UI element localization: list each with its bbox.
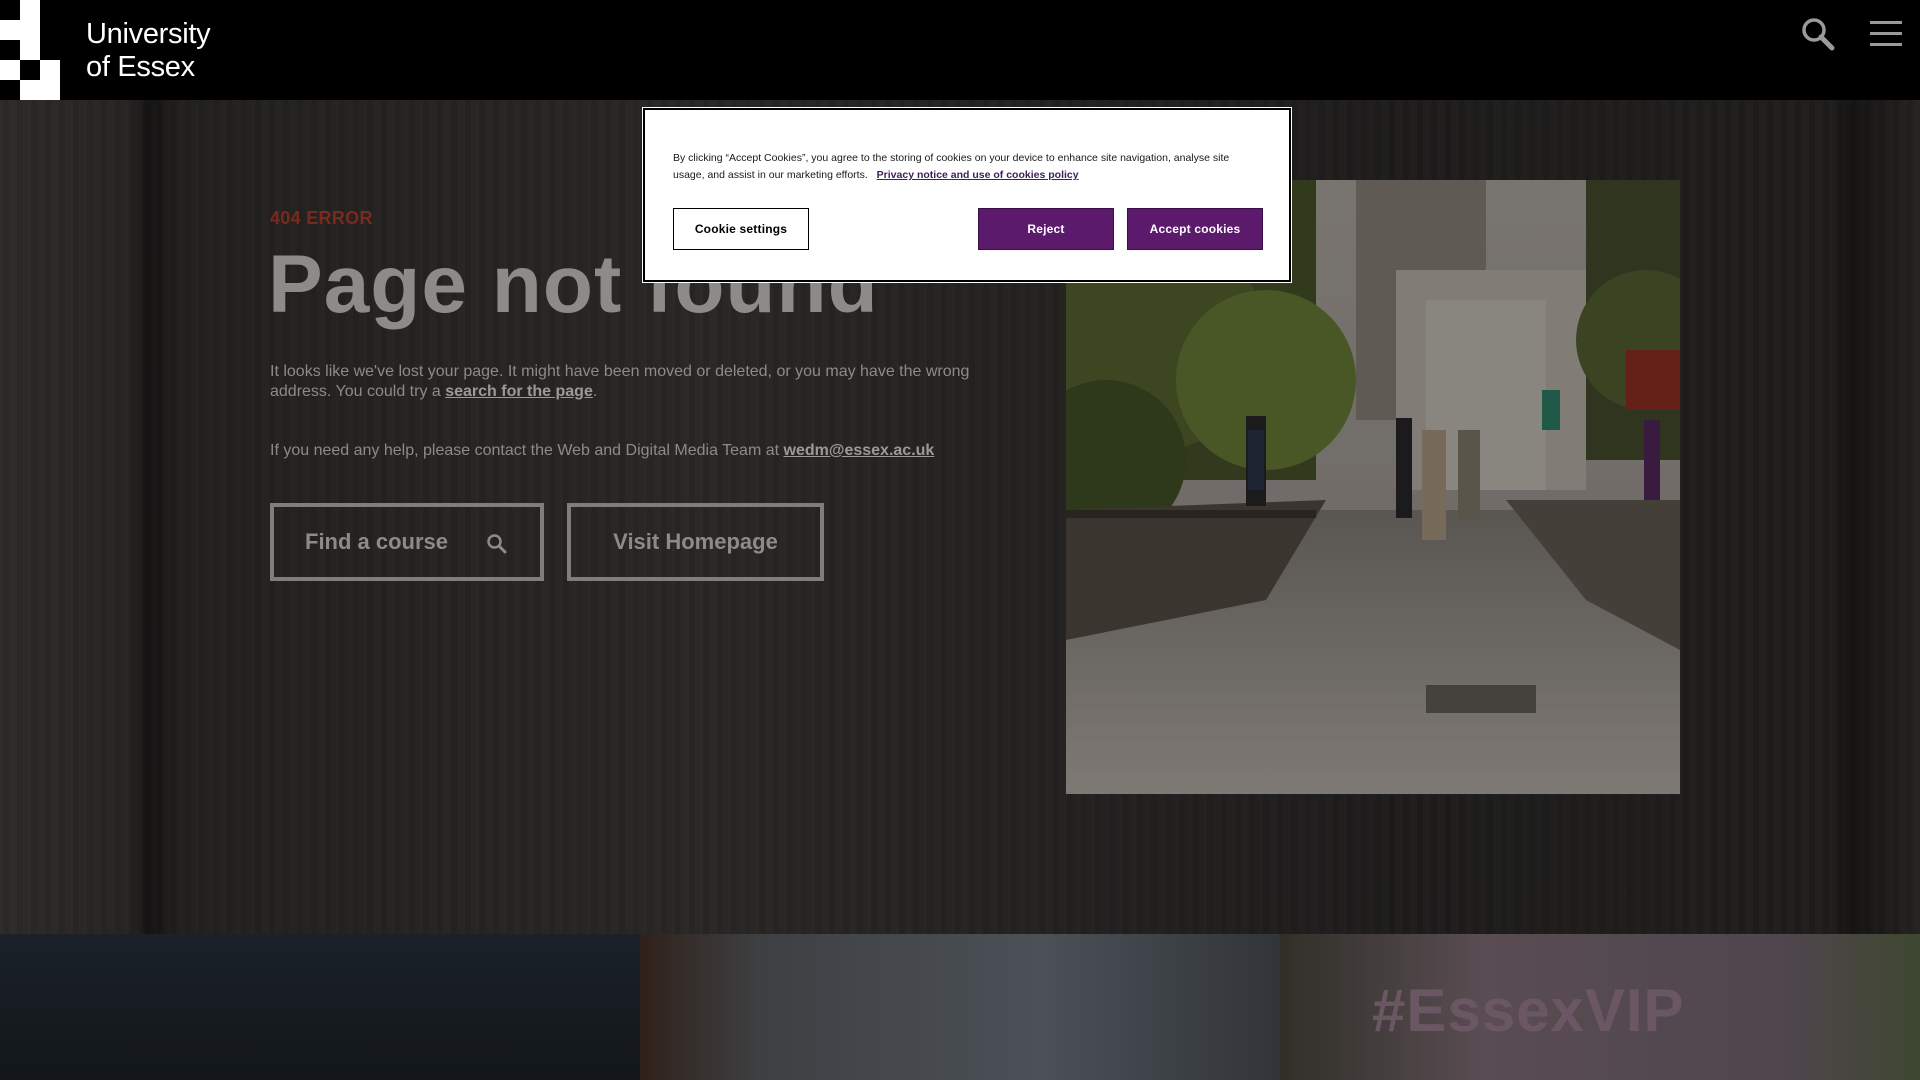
cookie-consent-banner: By clicking “Accept Cookies”, you agree … xyxy=(642,107,1292,283)
error-description-end: . xyxy=(592,383,598,400)
visit-homepage-button[interactable]: Visit Homepage xyxy=(567,503,824,581)
checker-logo-icon xyxy=(0,0,60,100)
logo-wordmark: University of Essex xyxy=(86,18,211,84)
university-logo-link[interactable]: University of Essex xyxy=(0,0,211,100)
search-page-link[interactable]: search for the page xyxy=(445,383,593,400)
search-icon xyxy=(487,534,507,554)
logo-line-2: of Essex xyxy=(86,51,195,83)
error-description-text: It looks like we've lost your page. It m… xyxy=(270,363,970,400)
hamburger-menu-icon xyxy=(1870,21,1902,46)
accept-cookies-button[interactable]: Accept cookies xyxy=(1127,208,1263,250)
visit-homepage-label: Visit Homepage xyxy=(613,529,778,554)
promo-hashtag: #EssexVIP xyxy=(1372,977,1685,1044)
header-menu-button[interactable] xyxy=(1868,16,1906,54)
logo-line-1: University xyxy=(86,18,211,50)
error-description: It looks like we've lost your page. It m… xyxy=(270,362,1030,402)
contact-email-link[interactable]: wedm@essex.ac.uk xyxy=(784,442,935,459)
site-header: University of Essex xyxy=(0,0,1920,100)
help-contact-text: If you need any help, please contact the… xyxy=(270,442,934,460)
privacy-policy-link[interactable]: Privacy notice and use of cookies policy xyxy=(877,169,1079,181)
reject-cookies-button[interactable]: Reject xyxy=(978,208,1114,250)
cookie-banner-text: By clicking “Accept Cookies”, you agree … xyxy=(673,150,1263,184)
promo-strip: #EssexVIP xyxy=(0,934,1920,1080)
help-text: If you need any help, please contact the… xyxy=(270,442,780,459)
find-course-label: Find a course xyxy=(305,529,449,554)
search-icon xyxy=(1802,18,1835,51)
header-search-button[interactable] xyxy=(1800,16,1838,54)
find-course-button[interactable]: Find a course xyxy=(270,503,544,581)
error-code-label: 404 ERROR xyxy=(270,208,373,228)
cookie-settings-button[interactable]: Cookie settings xyxy=(673,208,809,250)
